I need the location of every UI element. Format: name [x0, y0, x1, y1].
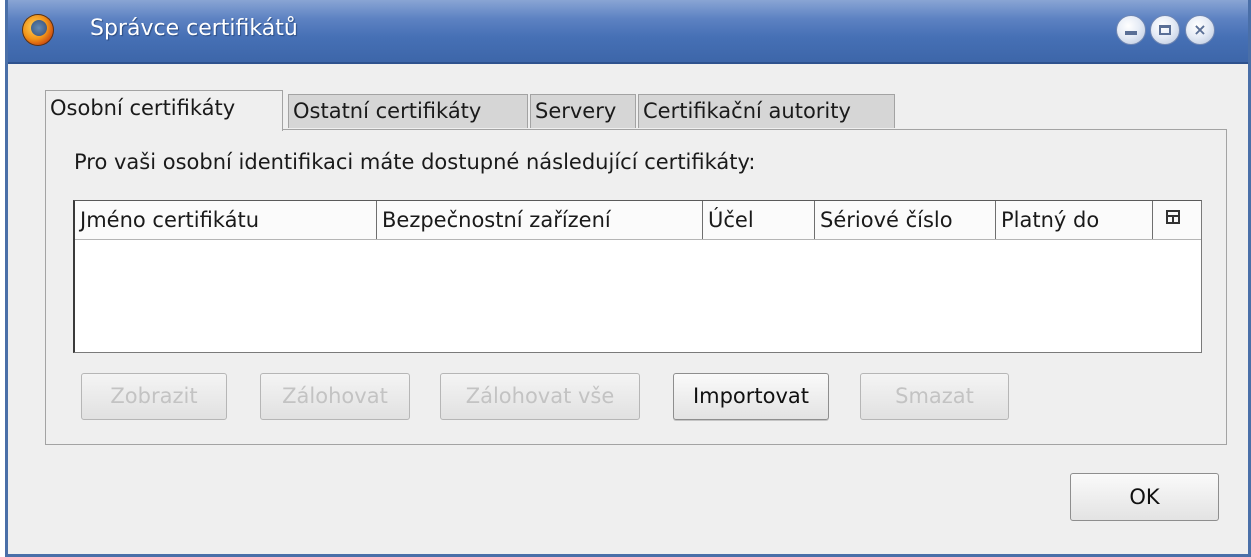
view-button[interactable]: Zobrazit: [81, 373, 227, 420]
column-header-purpose[interactable]: Účel: [703, 201, 815, 239]
maximize-button[interactable]: [1150, 15, 1180, 45]
certificate-list[interactable]: Jméno certifikátu Bezpečnostní zařízení …: [73, 200, 1202, 353]
tab-other-certificates[interactable]: Ostatní certifikáty: [288, 94, 528, 128]
firefox-icon: [22, 14, 54, 46]
minimize-icon: [1125, 31, 1137, 35]
column-header-valid-until[interactable]: Platný do: [996, 201, 1153, 239]
column-header-security-device[interactable]: Bezpečnostní zařízení: [377, 201, 703, 239]
column-header-name[interactable]: Jméno certifikátu: [75, 201, 377, 239]
tab-servers[interactable]: Servery: [530, 94, 636, 128]
instruction-text: Pro vaši osobní identifikaci máte dostup…: [74, 150, 756, 174]
ok-button[interactable]: OK: [1070, 473, 1219, 521]
maximize-icon: [1159, 25, 1171, 35]
column-header-serial-number[interactable]: Sériové číslo: [815, 201, 996, 239]
window-title: Správce certifikátů: [90, 16, 298, 41]
backup-all-button[interactable]: Zálohovat vše: [440, 373, 640, 420]
minimize-button[interactable]: [1116, 15, 1146, 45]
tab-panel: Pro vaši osobní identifikaci máte dostup…: [45, 129, 1227, 445]
title-bar[interactable]: Správce certifikátů ×: [8, 0, 1248, 64]
import-button[interactable]: Importovat: [673, 373, 829, 420]
column-picker-icon: [1166, 210, 1180, 224]
tab-personal-certificates[interactable]: Osobní certifikáty: [45, 90, 283, 131]
backup-button[interactable]: Zálohovat: [260, 373, 410, 420]
close-button[interactable]: ×: [1185, 15, 1215, 45]
delete-button[interactable]: Smazat: [860, 373, 1009, 420]
column-picker-button[interactable]: [1153, 201, 1193, 239]
list-header: Jméno certifikátu Bezpečnostní zařízení …: [75, 201, 1201, 240]
tab-certificate-authorities[interactable]: Certifikační autority: [638, 94, 895, 128]
close-icon: ×: [1193, 20, 1207, 39]
certificate-manager-window: Správce certifikátů × Osobní certifikáty…: [5, 0, 1251, 557]
